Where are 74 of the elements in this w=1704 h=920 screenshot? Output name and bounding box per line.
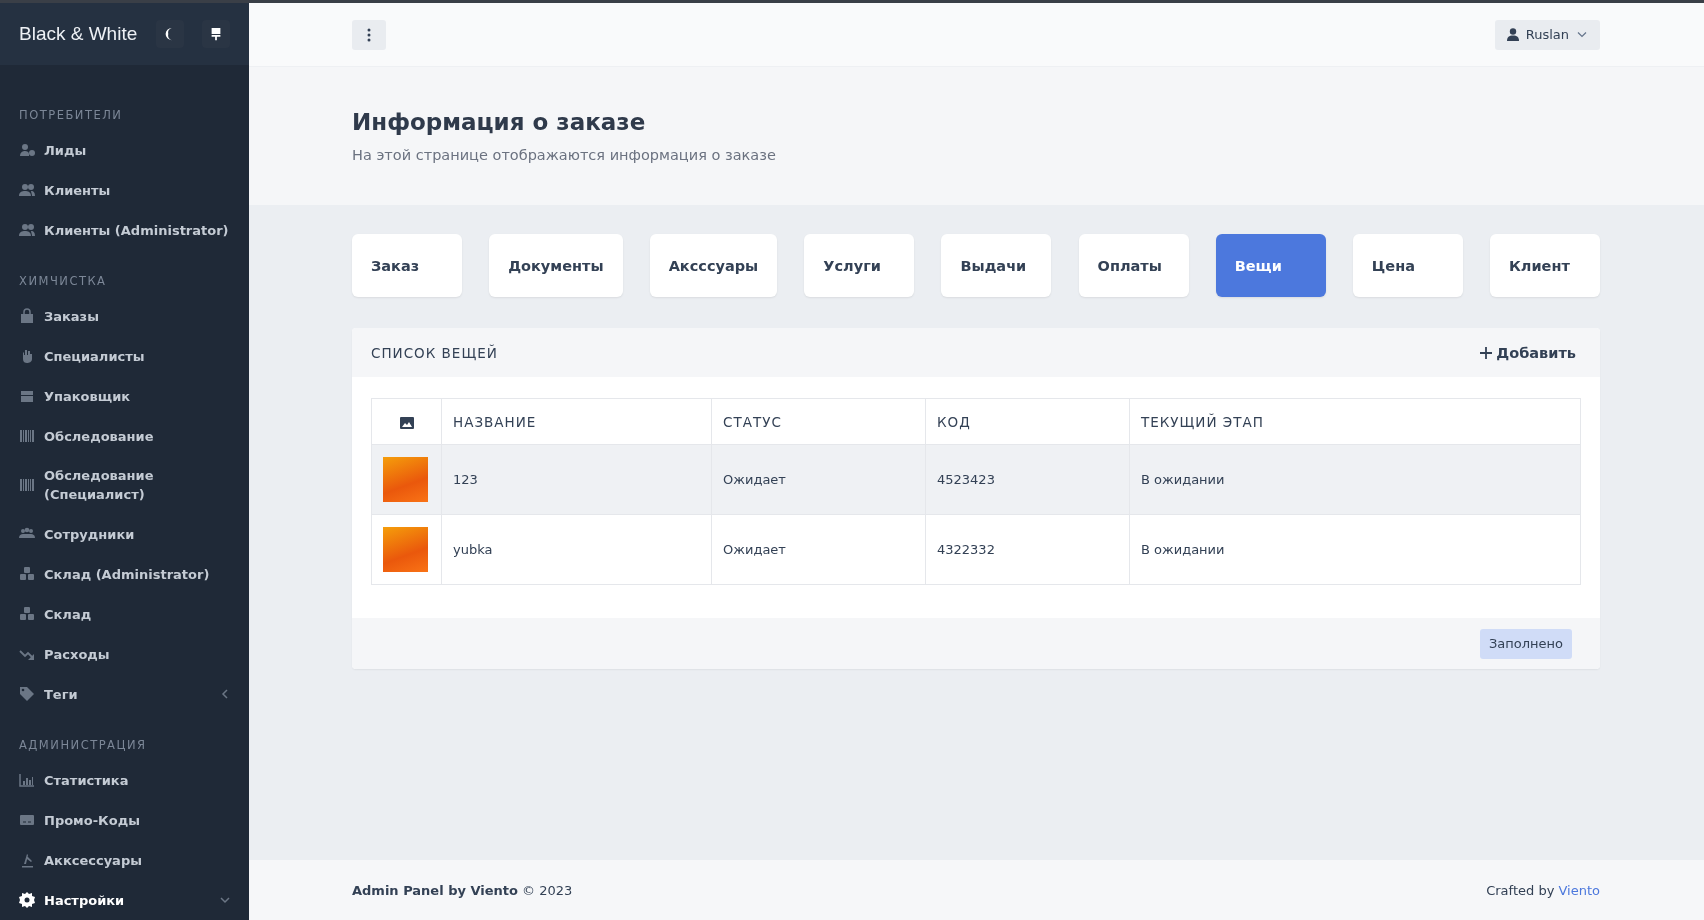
filled-button[interactable]: Заполнено <box>1480 628 1572 659</box>
tab[interactable]: Клиент <box>1489 234 1600 297</box>
sidebar-item[interactable]: Заказы <box>0 296 249 336</box>
photo-placeholder <box>383 527 428 572</box>
tab[interactable]: Документы <box>489 234 623 297</box>
add-button[interactable]: Добавить <box>1480 344 1576 361</box>
tab[interactable]: Цена <box>1352 234 1463 297</box>
menu-item-icon <box>19 772 35 788</box>
user-menu-button[interactable]: Ruslan <box>1494 19 1600 50</box>
sidebar-item[interactable]: Расходы <box>0 634 249 674</box>
sidebar-item[interactable]: Статистика <box>0 760 249 800</box>
sidebar-item[interactable]: Специалисты <box>0 336 249 376</box>
sidebar-item[interactable]: Склад <box>0 594 249 634</box>
sidebar-item[interactable]: Обследование <box>0 416 249 456</box>
menu-item-icon <box>19 606 35 622</box>
tab[interactable]: Выдачи <box>941 234 1052 297</box>
section-heading: АДМИНИСТРАЦИЯ <box>18 737 148 754</box>
sidebar-item[interactable]: Промо-Коды <box>0 800 249 840</box>
section-heading: ХИМЧИСТКА <box>18 273 108 290</box>
table-header: КОД <box>925 398 1130 445</box>
sidebar-item[interactable]: Клиенты <box>0 170 249 210</box>
table-cell: Ожидает <box>711 514 926 585</box>
page-title: Информация о заказе <box>352 109 647 135</box>
table-cell: Ожидает <box>711 444 926 515</box>
page-subtitle: На этой странице отображаются информация о заказе <box>352 147 777 163</box>
tab[interactable]: Заказ <box>352 234 462 297</box>
menu-item-icon <box>19 686 35 702</box>
plus-icon <box>1480 346 1493 359</box>
menu-item-icon <box>19 222 35 238</box>
table-header: СТАТУС <box>711 398 926 445</box>
brush-button[interactable] <box>202 20 230 48</box>
table-cell: В ожидании <box>1129 444 1581 515</box>
tab[interactable]: Вещи <box>1215 234 1326 297</box>
sidebar-item[interactable]: Лиды <box>0 130 249 170</box>
menu-item-icon <box>19 388 35 404</box>
menu-item-icon <box>19 308 35 324</box>
tab[interactable]: Аксссуары <box>649 234 778 297</box>
sidebar-item[interactable]: Обследование (Специалист) <box>0 456 249 514</box>
table-cell: 123 <box>441 444 712 515</box>
brand-title: Black & White <box>19 23 138 45</box>
table-cell: 4523423 <box>925 444 1130 515</box>
sidebar-item[interactable]: Упаковщик <box>0 376 249 416</box>
table-header: ТЕКУЩИЙ ЭТАП <box>1129 398 1581 445</box>
menu-item-icon <box>19 428 35 444</box>
menu-item-icon <box>19 477 35 493</box>
photo-placeholder <box>383 457 428 502</box>
menu-item-icon <box>19 852 35 868</box>
menu-item-icon <box>19 142 35 158</box>
menu-item-icon <box>19 566 35 582</box>
sidebar-item[interactable]: Сотрудники <box>0 514 249 554</box>
menu-item-icon <box>19 812 35 828</box>
sidebar-item[interactable]: Склад (Administrator) <box>0 554 249 594</box>
brush-icon <box>209 27 223 41</box>
moon-button[interactable] <box>156 20 184 48</box>
footer-link[interactable]: Viento <box>1558 882 1600 898</box>
section-heading: ПОТРЕБИТЕЛИ <box>18 107 124 124</box>
sidebar-item[interactable]: Теги <box>0 674 249 714</box>
sidebar-item[interactable]: Клиенты (Administrator) <box>0 210 249 250</box>
footer-copyright: Admin Panel by Viento © 2023 <box>352 882 573 898</box>
dots-icon <box>367 27 371 42</box>
tab[interactable]: Услуги <box>804 234 915 297</box>
table-cell: 4322332 <box>925 514 1130 585</box>
table-cell: yubka <box>441 514 712 585</box>
table-header: НАЗВАНИЕ <box>441 398 712 445</box>
footer-credit: Crafted by Viento <box>1486 882 1600 898</box>
user-icon <box>1506 28 1519 41</box>
tab[interactable]: Оплаты <box>1078 234 1189 297</box>
menu-item-icon <box>19 892 35 908</box>
menu-item-icon <box>19 182 35 198</box>
card-title: СПИСОК ВЕЩЕЙ <box>371 344 498 361</box>
sidebar-item[interactable]: Настройки <box>0 880 249 920</box>
table-cell: В ожидании <box>1129 514 1581 585</box>
sidebar-item[interactable]: Акксессуары <box>0 840 249 880</box>
image-icon <box>399 416 414 429</box>
